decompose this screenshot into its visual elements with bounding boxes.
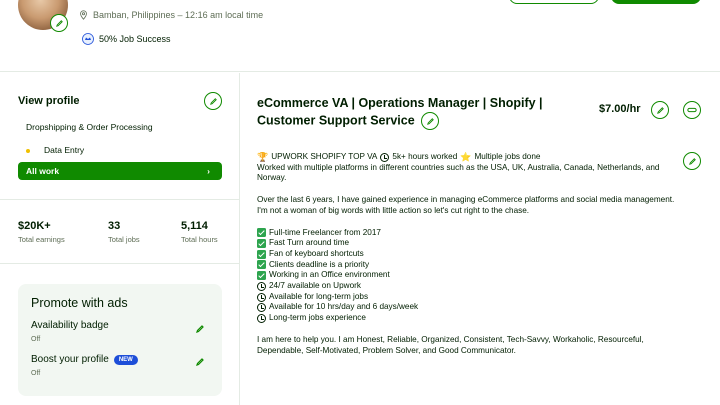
checkmark-icon (257, 239, 266, 249)
clock-list-item: 24/7 available on Upwork (257, 281, 687, 292)
trophy-icon: 🏆 (257, 152, 269, 162)
check-item-text: Clients deadline is a priority (269, 259, 370, 269)
stat-total-earnings-label: Total earnings (18, 235, 65, 244)
all-work-button[interactable]: All work › (18, 162, 222, 180)
sidebar-divider (0, 199, 240, 200)
header-secondary-button[interactable] (509, 0, 599, 4)
boost-profile-item[interactable]: Boost your profile NEW (31, 354, 138, 365)
overview-paragraph: Over the last 6 years, I have gained exp… (257, 195, 675, 215)
stat-total-jobs-value: 33 (108, 220, 121, 232)
boost-profile-status: Off (31, 370, 41, 377)
profile-title: eCommerce VA | Operations Manager | Shop… (257, 96, 543, 128)
promote-card: Promote with ads Availability badge Off … (18, 284, 222, 396)
link-icon[interactable] (683, 101, 701, 119)
clock-item-text: Available for long-term jobs (269, 291, 369, 301)
check-item-text: Working in an Office environment (269, 270, 390, 280)
stat-total-hours-label: Total hours (181, 235, 218, 244)
availability-badge-status: Off (31, 336, 41, 343)
check-list-item: Fast Turn around time (257, 238, 687, 249)
star-icon: ⭐ (460, 152, 472, 162)
active-indicator-dot (26, 149, 30, 153)
clock-icon (380, 152, 390, 162)
job-success-text: 50% Job Success (99, 34, 171, 44)
check-list-item: Clients deadline is a priority (257, 260, 687, 271)
sidebar-divider (0, 263, 240, 264)
overview-badges-line: 🏆 UPWORK SHOPIFY TOP VA 5k+ hours worked… (257, 152, 687, 163)
check-item-text: Full-time Freelancer from 2017 (269, 227, 381, 237)
location-text: Bamban, Philippines – 12:16 am local tim… (93, 10, 264, 20)
clock-icon (257, 303, 266, 313)
view-profile-edit-icon[interactable] (204, 92, 222, 110)
overview-badge-hours: 5k+ hours worked (392, 152, 458, 161)
availability-edit-icon[interactable] (195, 324, 205, 334)
availability-badge-item[interactable]: Availability badge (31, 320, 109, 331)
stat-total-jobs-label: Total jobs (108, 235, 140, 244)
check-item-text: Fan of keyboard shortcuts (269, 248, 364, 258)
stat-total-hours-value: 5,114 (181, 220, 208, 232)
clock-item-text: 24/7 available on Upwork (269, 281, 361, 291)
checkmark-icon (257, 260, 266, 270)
clock-icon (257, 281, 266, 291)
location-row: Bamban, Philippines – 12:16 am local tim… (79, 10, 263, 20)
overview-badge-jobs: Multiple jobs done (474, 152, 541, 161)
clock-list-item: Available for 10 hrs/day and 6 days/week (257, 302, 687, 313)
job-success-badge-icon (82, 33, 94, 45)
sidebar-item-data-entry[interactable]: Data Entry (44, 145, 84, 155)
rate-edit-icon[interactable] (651, 101, 669, 119)
chevron-right-icon: › (207, 166, 210, 176)
check-list-item: Full-time Freelancer from 2017 (257, 228, 687, 239)
clock-item-text: Available for 10 hrs/day and 6 days/week (269, 302, 419, 312)
avatar-edit-icon[interactable] (50, 14, 68, 32)
title-edit-icon[interactable] (421, 112, 440, 130)
stat-total-earnings-value: $20K+ (18, 220, 51, 232)
profile-main: eCommerce VA | Operations Manager | Shop… (241, 73, 720, 405)
sidebar: View profile Dropshipping & Order Proces… (0, 73, 240, 405)
profile-header: Bamban, Philippines – 12:16 am local tim… (0, 0, 720, 72)
promote-title: Promote with ads (31, 296, 128, 310)
clock-item-text: Long-term jobs experience (269, 313, 366, 323)
check-list-item: Working in an Office environment (257, 270, 687, 281)
overview-intro: Worked with multiple platforms in differ… (257, 162, 660, 183)
job-success-row: 50% Job Success (82, 33, 171, 45)
clock-list-item: Available for long-term jobs (257, 292, 687, 303)
hourly-rate: $7.00/hr (599, 103, 641, 115)
location-pin-icon (80, 10, 87, 20)
check-list-item: Fan of keyboard shortcuts (257, 249, 687, 260)
overview-badge-top-va: UPWORK SHOPIFY TOP VA (271, 152, 378, 161)
profile-title-block: eCommerce VA | Operations Manager | Shop… (257, 95, 577, 130)
checkmark-icon (257, 271, 266, 281)
profile-overview: 🏆 UPWORK SHOPIFY TOP VA 5k+ hours worked… (257, 152, 687, 356)
boost-profile-label: Boost your profile (31, 354, 109, 365)
checkmark-icon (257, 249, 266, 259)
sidebar-item-dropshipping[interactable]: Dropshipping & Order Processing (26, 122, 153, 132)
boost-edit-icon[interactable] (195, 357, 205, 367)
header-primary-button[interactable] (611, 0, 701, 4)
clock-icon (257, 292, 266, 302)
view-profile-heading: View profile (18, 95, 80, 107)
new-badge: NEW (113, 354, 138, 365)
overview-closing: I am here to help you. I am Honest, Reli… (257, 334, 644, 355)
checkmark-icon (257, 228, 266, 238)
availability-badge-label: Availability badge (31, 320, 109, 331)
check-item-text: Fast Turn around time (269, 238, 350, 248)
all-work-label: All work (26, 166, 60, 176)
clock-list-item: Long-term jobs experience (257, 313, 687, 324)
clock-icon (257, 313, 266, 323)
